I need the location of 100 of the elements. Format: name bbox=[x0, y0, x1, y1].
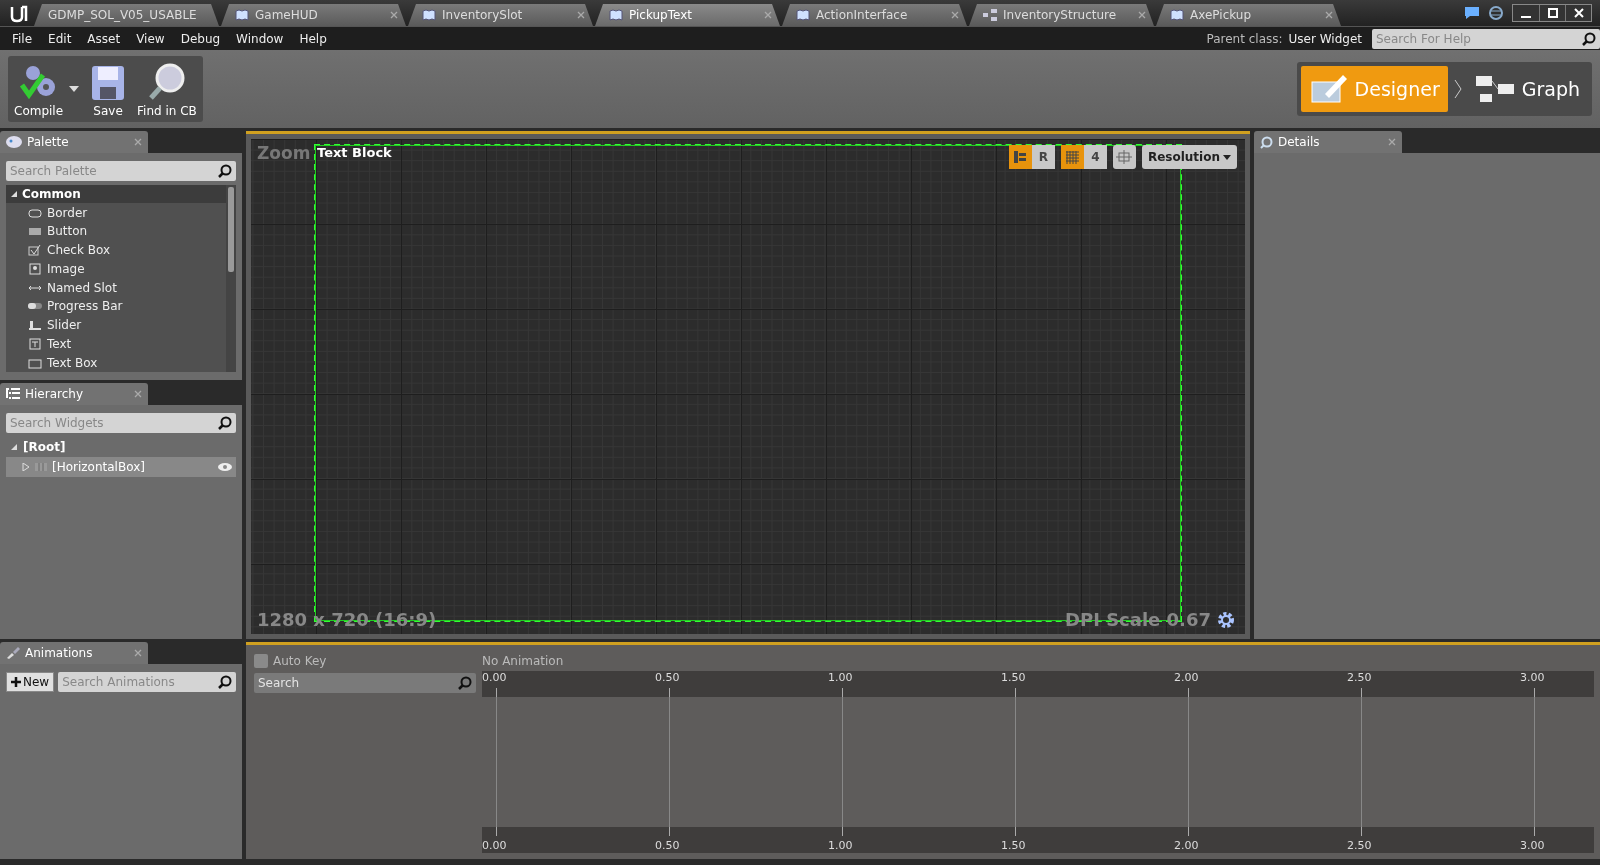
layout-icon bbox=[1014, 151, 1027, 163]
menu-item[interactable]: Window bbox=[228, 31, 292, 46]
panel-title: Hierarchy bbox=[25, 387, 84, 401]
time-ruler[interactable]: 0.00 0.50 1.00 1.50 2.00 2.50 3.00 bbox=[482, 827, 1594, 853]
image-icon bbox=[28, 262, 42, 275]
menu-item[interactable]: View bbox=[128, 31, 173, 46]
dropdown-caret-icon[interactable] bbox=[69, 86, 80, 92]
search-icon bbox=[458, 676, 472, 690]
grid-icon bbox=[1065, 150, 1079, 164]
resolution-dropdown[interactable]: Resolution bbox=[1141, 145, 1237, 169]
tree-row[interactable]: [Root] bbox=[6, 437, 236, 457]
document-tab[interactable]: GameHUD bbox=[221, 4, 406, 26]
fit-view-button[interactable] bbox=[1112, 145, 1136, 169]
palette-item[interactable]: Progress Bar bbox=[6, 297, 226, 316]
document-tab[interactable]: InventorySlot bbox=[408, 4, 593, 26]
checkbox-icon bbox=[28, 244, 42, 257]
menu-item[interactable]: File bbox=[4, 31, 41, 46]
document-tab[interactable]: AxePickup bbox=[1156, 4, 1341, 26]
selected-widget-label: Text Block bbox=[317, 145, 392, 160]
time-tick-label: 3.00 bbox=[1520, 672, 1545, 684]
panel-tab[interactable]: Hierarchy bbox=[0, 383, 148, 405]
panel-tab[interactable]: Animations bbox=[0, 642, 148, 664]
palette-item[interactable]: Button bbox=[6, 222, 226, 241]
minimize-icon bbox=[1521, 16, 1531, 18]
plus-icon bbox=[11, 677, 21, 687]
animation-status-label: No Animation bbox=[482, 654, 564, 668]
expanded-arrow-icon bbox=[10, 190, 18, 199]
close-icon[interactable] bbox=[1388, 138, 1396, 146]
palette-item[interactable]: Slider bbox=[6, 315, 226, 335]
expanded-arrow-icon[interactable] bbox=[10, 443, 18, 451]
palette-item[interactable]: Named Slot bbox=[6, 278, 226, 297]
close-icon[interactable] bbox=[951, 11, 959, 19]
close-icon[interactable] bbox=[134, 390, 142, 398]
panel-tab[interactable]: Palette bbox=[0, 131, 148, 153]
tab-label: AxePickup bbox=[1190, 8, 1253, 22]
palette-search-field[interactable]: Search Palette bbox=[6, 161, 236, 181]
document-tab[interactable]: GDMP_SOL_V05_USABLE bbox=[34, 4, 219, 26]
time-tick-label: 3.00 bbox=[1520, 840, 1545, 852]
widget-search-field[interactable]: Search Widgets bbox=[6, 413, 236, 433]
mode-button[interactable]: Graph bbox=[1467, 66, 1588, 112]
palette-item[interactable]: Border bbox=[6, 203, 226, 222]
text-icon bbox=[28, 337, 42, 350]
palette-item[interactable]: Check Box bbox=[6, 240, 226, 260]
time-tick-label: 1.50 bbox=[1001, 672, 1026, 684]
new-animation-button[interactable]: New bbox=[6, 672, 55, 692]
toolbar-button[interactable]: Compile bbox=[8, 56, 70, 122]
document-tab[interactable]: PickupText bbox=[595, 4, 780, 26]
menu-item[interactable]: Debug bbox=[172, 31, 229, 46]
time-tick-label: 2.00 bbox=[1174, 840, 1199, 852]
book-icon bbox=[796, 9, 810, 21]
palette-item[interactable]: Image bbox=[6, 259, 226, 279]
canvas-tool-button[interactable]: R bbox=[1031, 145, 1055, 169]
category-header[interactable]: Common bbox=[6, 185, 226, 204]
search-icon bbox=[218, 675, 232, 689]
animation-search-field[interactable]: Search Animations bbox=[58, 672, 236, 692]
close-icon[interactable] bbox=[1138, 11, 1146, 19]
close-icon[interactable] bbox=[577, 11, 585, 19]
checkbox[interactable] bbox=[254, 654, 268, 668]
tab-label: GDMP_SOL_V05_USABLE bbox=[48, 8, 198, 22]
text-box-icon bbox=[28, 356, 42, 369]
document-tab[interactable]: InventoryStructure bbox=[969, 4, 1154, 26]
settings-icon[interactable] bbox=[1217, 610, 1235, 629]
chevron-icon bbox=[1453, 79, 1462, 99]
auto-key-label: Auto Key bbox=[273, 654, 327, 668]
eye-icon[interactable] bbox=[218, 463, 232, 471]
palette-item[interactable]: Text bbox=[6, 334, 226, 354]
collapsed-arrow-icon[interactable] bbox=[22, 463, 30, 471]
tab-label: ActionInterface bbox=[816, 8, 909, 22]
close-icon[interactable] bbox=[134, 649, 142, 657]
tab-label: PickupText bbox=[629, 8, 693, 22]
tree-row[interactable]: [HorizontalBox] bbox=[6, 457, 236, 477]
menu-item[interactable]: Edit bbox=[40, 31, 80, 46]
close-icon[interactable] bbox=[390, 11, 398, 19]
parent-class-value: User Widget bbox=[1288, 31, 1362, 46]
time-ruler[interactable]: 0.00 0.50 1.00 1.50 2.00 2.50 3.00 bbox=[482, 671, 1594, 697]
parent-class-label: Parent class: bbox=[1206, 31, 1283, 46]
help-search-field[interactable]: Search For Help bbox=[1372, 28, 1600, 49]
layout-toggle-button[interactable] bbox=[1008, 145, 1032, 169]
search-icon bbox=[218, 164, 232, 178]
time-tick-label: 1.50 bbox=[1001, 840, 1026, 852]
grid-toggle-button[interactable] bbox=[1060, 145, 1084, 169]
crosshair-frame-icon bbox=[1116, 150, 1133, 164]
toolbar-button[interactable]: Find in CB bbox=[131, 56, 203, 122]
track-search-field[interactable]: Search bbox=[254, 673, 476, 693]
canvas-tool-button[interactable]: 4 bbox=[1083, 145, 1107, 169]
close-icon[interactable] bbox=[1325, 11, 1333, 19]
close-icon[interactable] bbox=[134, 138, 142, 146]
time-tick-label: 0.50 bbox=[655, 840, 680, 852]
time-tick-label: 2.00 bbox=[1174, 672, 1199, 684]
scrollbar[interactable] bbox=[226, 185, 236, 372]
chat-bubble-icon[interactable] bbox=[1464, 6, 1480, 20]
toolbar-button[interactable]: Save bbox=[85, 56, 132, 122]
sync-icon[interactable] bbox=[1488, 5, 1504, 21]
menu-item[interactable]: Help bbox=[291, 31, 335, 46]
panel-tab[interactable]: Details bbox=[1254, 131, 1402, 153]
menu-item[interactable]: Asset bbox=[79, 31, 129, 46]
palette-item[interactable]: Text Box bbox=[6, 353, 226, 372]
structure-icon bbox=[983, 9, 997, 21]
close-icon[interactable] bbox=[764, 11, 772, 19]
document-tab[interactable]: ActionInterface bbox=[782, 4, 967, 26]
